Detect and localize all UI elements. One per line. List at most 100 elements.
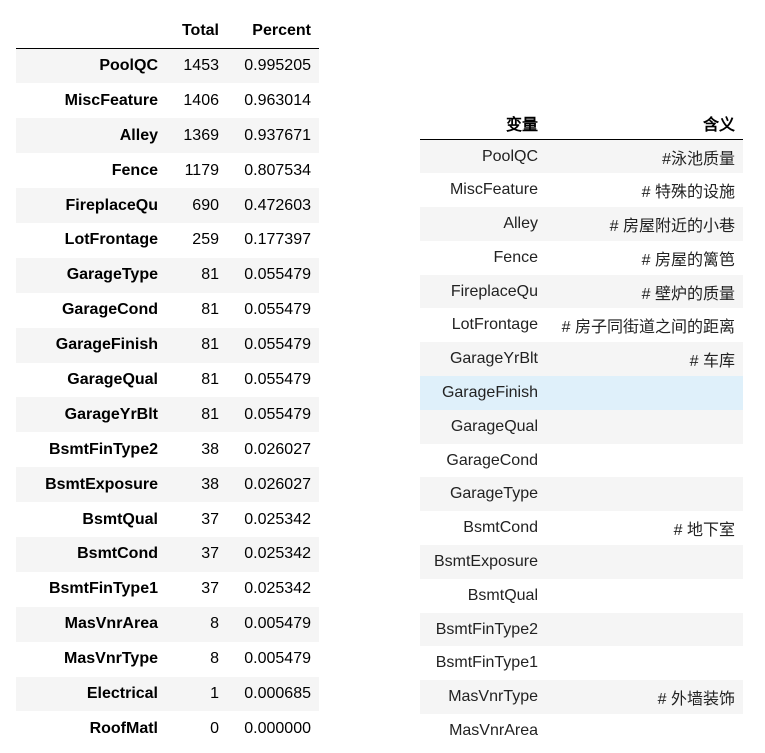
row-variable: MasVnrType xyxy=(448,688,538,706)
table-row: FireplaceQu 690 0.472603 xyxy=(16,188,319,223)
row-name: Electrical xyxy=(86,684,158,702)
row-total: 37 xyxy=(201,510,219,528)
table-row: BsmtExposure xyxy=(420,545,743,579)
row-variable: MiscFeature xyxy=(449,181,538,199)
variable-header: 变量 xyxy=(505,116,538,134)
row-total: 8 xyxy=(210,650,219,668)
row-percent: 0.995205 xyxy=(244,57,311,75)
row-total: 8 xyxy=(210,615,219,633)
row-total: 81 xyxy=(201,336,219,354)
row-total: 1179 xyxy=(184,161,219,179)
row-name: BsmtFinType1 xyxy=(48,580,158,598)
row-variable: MasVnrArea xyxy=(449,721,538,739)
table-row: LotFrontage 259 0.177397 xyxy=(16,223,319,258)
row-name: BsmtExposure xyxy=(45,475,158,493)
table-row: MasVnrArea 8 0.005479 xyxy=(16,606,319,642)
row-total: 0 xyxy=(210,719,219,737)
row-variable: GarageFinish xyxy=(441,383,538,401)
row-meaning xyxy=(540,613,743,647)
table-row: Alley 1369 0.937671 xyxy=(16,118,319,154)
row-meaning xyxy=(540,376,743,410)
row-name: MasVnrArea xyxy=(64,615,158,633)
row-meaning xyxy=(540,410,743,444)
row-variable: GarageYrBlt xyxy=(449,350,538,368)
missing-data-header-row: Total Percent xyxy=(16,14,319,49)
table-row: BsmtQual 37 0.025342 xyxy=(16,502,319,537)
table-row: FireplaceQu # 壁炉的质量 xyxy=(420,274,743,309)
table-row: MasVnrType 8 0.005479 xyxy=(16,642,319,677)
row-meaning xyxy=(540,579,743,613)
row-total: 259 xyxy=(192,231,219,249)
row-name: GarageCond xyxy=(61,301,158,319)
table-row: GarageType 81 0.055479 xyxy=(16,257,319,293)
index-header xyxy=(16,14,160,49)
row-percent: 0.000000 xyxy=(244,719,311,737)
table-row: GarageYrBlt # 车库 xyxy=(420,342,743,377)
row-total: 37 xyxy=(201,545,219,563)
row-percent: 0.005479 xyxy=(244,650,311,668)
row-total: 81 xyxy=(201,370,219,388)
table-row: GarageFinish xyxy=(420,376,743,410)
meaning-header: 含义 xyxy=(702,116,735,134)
row-meaning: #泳池质量 xyxy=(662,150,735,168)
row-variable: BsmtExposure xyxy=(433,552,538,570)
row-percent: 0.055479 xyxy=(244,336,311,354)
row-name: RoofMatl xyxy=(89,719,158,737)
row-name: FireplaceQu xyxy=(65,196,158,214)
row-variable: PoolQC xyxy=(481,147,538,165)
row-percent: 0.005479 xyxy=(244,615,311,633)
row-name: PoolQC xyxy=(99,57,158,75)
row-total: 1369 xyxy=(183,126,219,144)
row-name: GarageType xyxy=(66,266,158,284)
row-variable: BsmtFinType1 xyxy=(435,654,538,672)
table-row: GarageType xyxy=(420,477,743,512)
row-variable: GarageType xyxy=(449,485,538,503)
missing-data-table: Total Percent PoolQC 1453 0.995205 MiscFeat… xyxy=(16,14,319,746)
row-meaning: # 房子同街道之间的距离 xyxy=(561,319,735,337)
table-row: MiscFeature 1406 0.963014 xyxy=(16,83,319,118)
row-meaning: # 地下室 xyxy=(673,522,735,540)
row-meaning: # 特殊的设施 xyxy=(641,184,735,202)
row-percent: 0.025342 xyxy=(244,580,311,598)
table-row: BsmtFinType1 xyxy=(420,646,743,680)
table-row: MiscFeature # 特殊的设施 xyxy=(420,173,743,207)
row-percent: 0.025342 xyxy=(244,545,311,563)
row-name: GarageYrBlt xyxy=(64,405,158,423)
row-total: 1453 xyxy=(183,57,219,75)
table-row: PoolQC 1453 0.995205 xyxy=(16,48,319,84)
row-variable: GarageQual xyxy=(450,417,538,435)
row-percent: 0.937671 xyxy=(244,126,311,144)
row-variable: BsmtFinType2 xyxy=(435,620,538,638)
row-meaning xyxy=(540,646,743,680)
table-row: GarageQual xyxy=(420,409,743,444)
table-row: Fence # 房屋的篱笆 xyxy=(420,241,743,275)
row-variable: Fence xyxy=(493,248,538,266)
table-row: GarageCond 81 0.055479 xyxy=(16,293,319,328)
table-row: BsmtFinType1 37 0.025342 xyxy=(16,572,319,607)
row-name: MiscFeature xyxy=(64,91,158,109)
row-meaning xyxy=(540,545,743,579)
table-row: LotFrontage # 房子同街道之间的距离 xyxy=(420,308,743,342)
row-name: GarageQual xyxy=(67,370,158,388)
table-row: BsmtFinType2 xyxy=(420,612,743,647)
table-row: GarageYrBlt 81 0.055479 xyxy=(16,397,319,433)
row-total: 81 xyxy=(201,266,219,284)
row-meaning xyxy=(540,714,743,748)
row-percent: 0.000685 xyxy=(244,684,311,702)
table-row: RoofMatl 0 0.000000 xyxy=(16,711,319,746)
row-meaning: # 房屋的篱笆 xyxy=(641,251,735,269)
variable-meaning-table: 变量 含义 PoolQC #泳池质量 MiscFeature # 特殊的设施 Alley… xyxy=(420,106,743,748)
table-row: PoolQC #泳池质量 xyxy=(420,139,743,174)
row-meaning: # 车库 xyxy=(689,353,735,371)
row-percent: 0.055479 xyxy=(244,301,311,319)
row-meaning: # 房屋附近的小巷 xyxy=(609,217,735,235)
table-row: Fence 1179 0.807534 xyxy=(16,153,319,188)
table-row: BsmtCond 37 0.025342 xyxy=(16,536,319,572)
row-total: 81 xyxy=(201,405,219,423)
table-row: Alley # 房屋附近的小巷 xyxy=(420,207,743,241)
row-total: 81 xyxy=(201,301,219,319)
percent-header: Percent xyxy=(252,22,311,39)
row-name: Alley xyxy=(119,126,158,144)
row-meaning xyxy=(540,444,743,478)
row-name: BsmtQual xyxy=(82,510,158,528)
